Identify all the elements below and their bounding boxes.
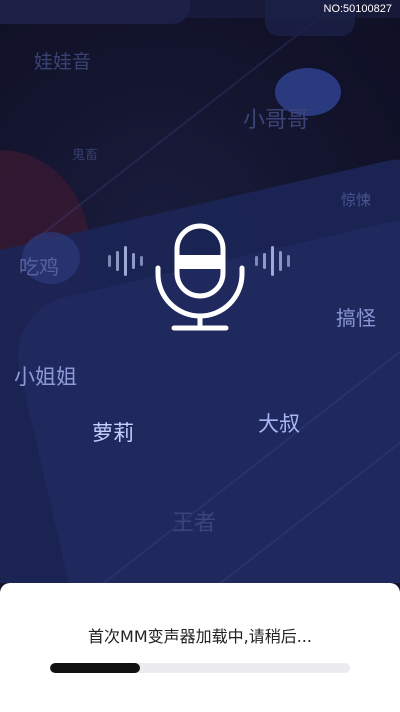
- voice-effect-label: 吃鸡: [19, 255, 59, 279]
- voice-effect-label: 王者: [172, 511, 217, 536]
- voice-effect-label: 小哥哥: [243, 108, 310, 133]
- progress-bar: [50, 663, 350, 673]
- sound-wave-left-icon: [108, 246, 143, 276]
- loading-message: 首次MM变声器加载中,请稍后...: [88, 627, 312, 646]
- voice-effect-label: 鬼畜: [72, 148, 99, 163]
- sound-wave-right-icon: [255, 246, 290, 276]
- voice-effect-label: 小姐姐: [14, 365, 77, 389]
- hero-background: 娃娃音 小哥哥 鬼畜 惊悚 吃鸡 搞怪 小姐姐 萝莉 大叔 王者 NO:5010…: [0, 0, 400, 583]
- build-number: NO:50100827: [323, 3, 393, 15]
- voice-effect-label: 娃娃音: [34, 51, 92, 73]
- loading-panel: 首次MM变声器加载中,请稍后...: [0, 583, 400, 712]
- progress-bar-fill: [50, 663, 140, 673]
- voice-effect-label: 搞怪: [336, 306, 376, 330]
- voice-effect-label: 大叔: [258, 412, 300, 436]
- microphone-icon: [155, 223, 245, 331]
- decor-top-card: [0, 0, 190, 24]
- voice-effect-label: 萝莉: [92, 421, 134, 445]
- voice-effect-label: 惊悚: [341, 191, 372, 209]
